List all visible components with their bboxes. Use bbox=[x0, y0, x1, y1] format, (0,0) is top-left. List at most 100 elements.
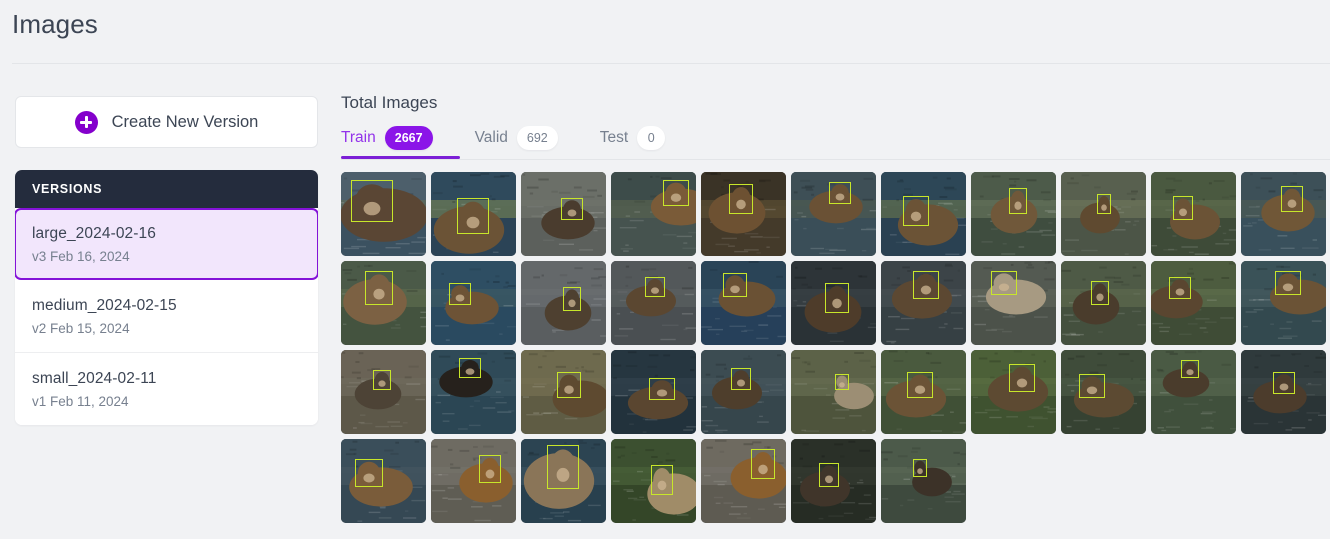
bounding-box bbox=[1091, 281, 1109, 305]
bounding-box bbox=[1281, 186, 1303, 212]
image-tile[interactable] bbox=[341, 261, 426, 345]
versions-list: large_2024-02-16 v3 Feb 16, 2024 medium_20… bbox=[15, 208, 318, 425]
image-tile[interactable] bbox=[1151, 261, 1236, 345]
image-tile[interactable] bbox=[521, 172, 606, 256]
tab-label: Valid bbox=[474, 129, 508, 146]
image-tile[interactable] bbox=[1241, 172, 1326, 256]
image-tile[interactable] bbox=[1241, 350, 1326, 434]
version-name: small_2024-02-11 bbox=[32, 370, 157, 387]
image-tile[interactable] bbox=[1151, 350, 1236, 434]
image-tile[interactable] bbox=[791, 350, 876, 434]
bounding-box bbox=[829, 182, 851, 204]
image-tile[interactable] bbox=[881, 172, 966, 256]
image-tile[interactable] bbox=[431, 439, 516, 523]
version-item[interactable]: small_2024-02-11 v1 Feb 11, 2024 bbox=[15, 353, 318, 425]
image-tile[interactable] bbox=[701, 439, 786, 523]
tab-train[interactable]: Train 2667 bbox=[341, 126, 433, 159]
bounding-box bbox=[819, 463, 839, 487]
image-tile[interactable] bbox=[341, 439, 426, 523]
tabs-divider bbox=[341, 159, 1330, 160]
image-tile[interactable] bbox=[881, 261, 966, 345]
annotated-image bbox=[701, 350, 786, 434]
bounding-box bbox=[913, 271, 939, 299]
dataset-split-tabs: Train 2667 Valid 692 Test 0 bbox=[341, 123, 1330, 159]
image-tile[interactable] bbox=[971, 350, 1056, 434]
image-tile[interactable] bbox=[881, 350, 966, 434]
annotated-image bbox=[1061, 172, 1146, 256]
image-tile[interactable] bbox=[701, 261, 786, 345]
tab-count-badge: 2667 bbox=[384, 126, 433, 150]
annotated-image bbox=[971, 350, 1056, 434]
bounding-box bbox=[1273, 372, 1295, 394]
image-tile[interactable] bbox=[431, 261, 516, 345]
image-tile[interactable] bbox=[881, 439, 966, 523]
images-page: Images Create New Version VERSIONS large… bbox=[0, 0, 1330, 539]
annotated-image bbox=[341, 439, 426, 523]
version-meta: v1 Feb 11, 2024 bbox=[32, 394, 129, 409]
image-tile[interactable] bbox=[611, 261, 696, 345]
annotated-image bbox=[1241, 172, 1326, 256]
annotated-image bbox=[1151, 261, 1236, 345]
annotated-image bbox=[431, 439, 516, 523]
version-item[interactable]: large_2024-02-16 v3 Feb 16, 2024 bbox=[15, 208, 318, 280]
annotated-image bbox=[611, 261, 696, 345]
bounding-box bbox=[547, 445, 579, 489]
image-tile[interactable] bbox=[1151, 172, 1236, 256]
tab-test[interactable]: Test 0 bbox=[599, 126, 666, 159]
bounding-box bbox=[1169, 277, 1191, 299]
image-tile[interactable] bbox=[431, 350, 516, 434]
image-tile[interactable] bbox=[521, 439, 606, 523]
image-tile[interactable] bbox=[701, 172, 786, 256]
bounding-box bbox=[731, 368, 751, 390]
image-tile[interactable] bbox=[1061, 261, 1146, 345]
image-tile[interactable] bbox=[1241, 261, 1326, 345]
image-tile[interactable] bbox=[521, 350, 606, 434]
image-tile[interactable] bbox=[1061, 172, 1146, 256]
bounding-box bbox=[351, 180, 393, 222]
image-tile[interactable] bbox=[791, 439, 876, 523]
bounding-box bbox=[1009, 364, 1035, 392]
bounding-box bbox=[663, 180, 689, 206]
annotated-image bbox=[431, 261, 516, 345]
image-tile[interactable] bbox=[521, 261, 606, 345]
bounding-box bbox=[991, 271, 1017, 295]
bounding-box bbox=[355, 459, 383, 487]
image-tile[interactable] bbox=[611, 350, 696, 434]
bounding-box bbox=[903, 196, 929, 226]
bounding-box bbox=[457, 198, 489, 234]
tab-count-badge: 692 bbox=[516, 126, 558, 150]
version-meta: v2 Feb 15, 2024 bbox=[32, 321, 130, 336]
image-tile[interactable] bbox=[791, 172, 876, 256]
bounding-box bbox=[557, 372, 581, 398]
version-item[interactable]: medium_2024-02-15 v2 Feb 15, 2024 bbox=[15, 280, 318, 353]
image-tile[interactable] bbox=[1061, 350, 1146, 434]
create-new-version-button[interactable]: Create New Version bbox=[15, 96, 318, 148]
total-images-label: Total Images bbox=[341, 93, 438, 112]
version-name: large_2024-02-16 bbox=[32, 225, 156, 242]
bounding-box bbox=[649, 378, 675, 400]
bounding-box bbox=[645, 277, 665, 297]
image-grid bbox=[341, 172, 1330, 523]
active-tab-underline bbox=[341, 156, 460, 159]
bounding-box bbox=[1173, 196, 1193, 220]
image-tile[interactable] bbox=[791, 261, 876, 345]
image-tile[interactable] bbox=[341, 350, 426, 434]
tab-label: Test bbox=[599, 129, 629, 146]
bounding-box bbox=[563, 287, 581, 311]
bounding-box bbox=[907, 372, 933, 398]
image-tile[interactable] bbox=[341, 172, 426, 256]
image-tile[interactable] bbox=[611, 172, 696, 256]
image-tile[interactable] bbox=[701, 350, 786, 434]
tab-valid[interactable]: Valid 692 bbox=[475, 126, 558, 159]
versions-card: VERSIONS large_2024-02-16 v3 Feb 16, 2024… bbox=[15, 170, 318, 425]
image-tile[interactable] bbox=[611, 439, 696, 523]
version-meta: v3 Feb 16, 2024 bbox=[32, 249, 130, 264]
image-tile[interactable] bbox=[431, 172, 516, 256]
bounding-box bbox=[449, 283, 471, 305]
image-tile[interactable] bbox=[971, 172, 1056, 256]
annotated-image bbox=[791, 350, 876, 434]
bounding-box bbox=[835, 374, 849, 390]
image-tile[interactable] bbox=[971, 261, 1056, 345]
main-panel: Total Images Train 2667 Valid 692 Test 0 bbox=[341, 93, 1330, 523]
bounding-box bbox=[365, 271, 393, 305]
